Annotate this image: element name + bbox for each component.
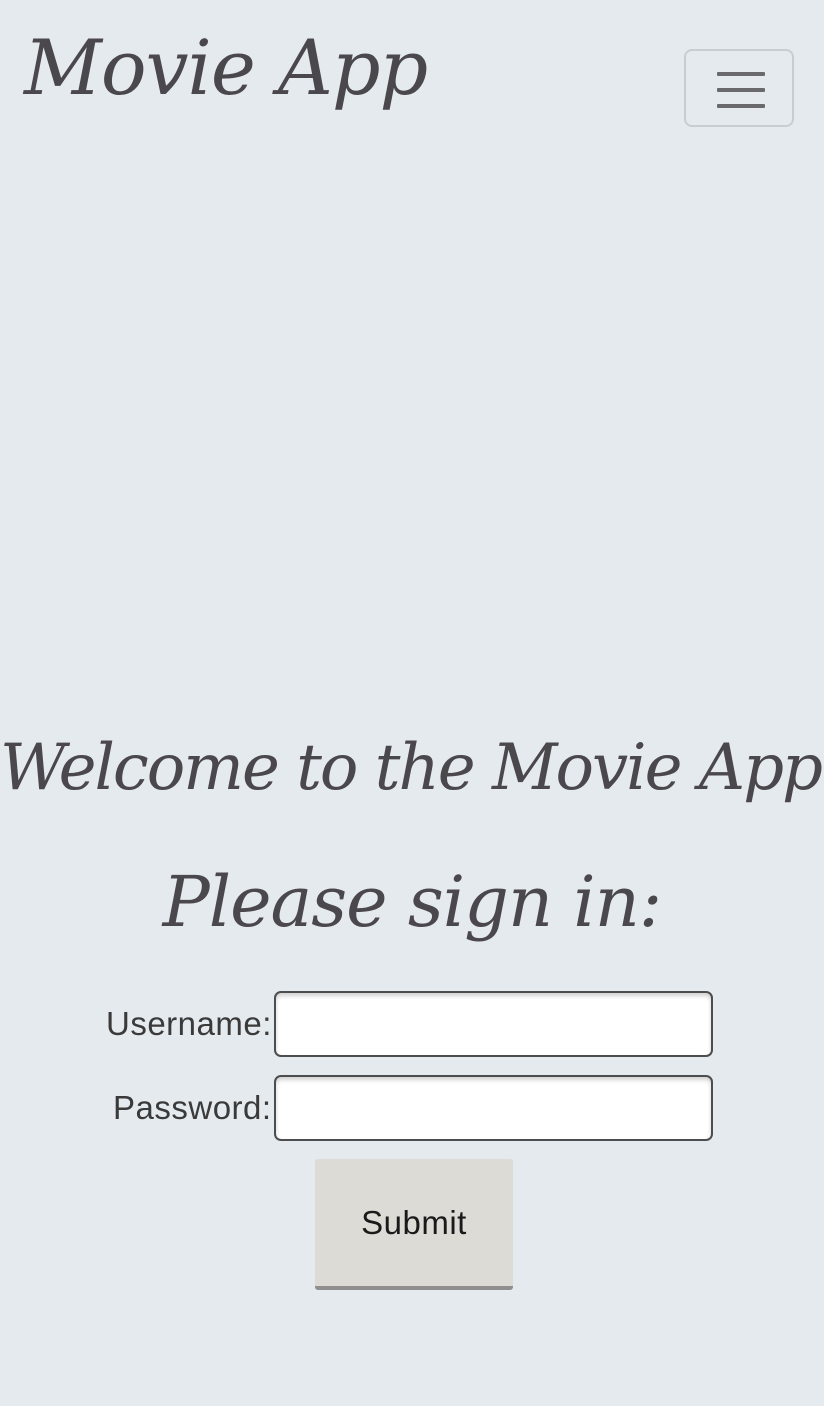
username-row: Username: [106,991,713,1057]
password-row: Password: [113,1075,713,1141]
username-label: Username: [106,1005,272,1042]
navbar: Movie App [0,0,824,170]
brand-link[interactable]: Movie App [24,22,428,113]
signin-heading: Please sign in: [162,861,663,943]
password-label: Password: [113,1089,272,1126]
username-input[interactable] [273,991,713,1057]
submit-button[interactable]: Submit [315,1159,513,1290]
welcome-heading: Welcome to the Movie App! [0,731,824,805]
hamburger-menu-icon [717,72,765,108]
password-input[interactable] [273,1075,713,1141]
navbar-toggle-button[interactable] [684,49,794,127]
